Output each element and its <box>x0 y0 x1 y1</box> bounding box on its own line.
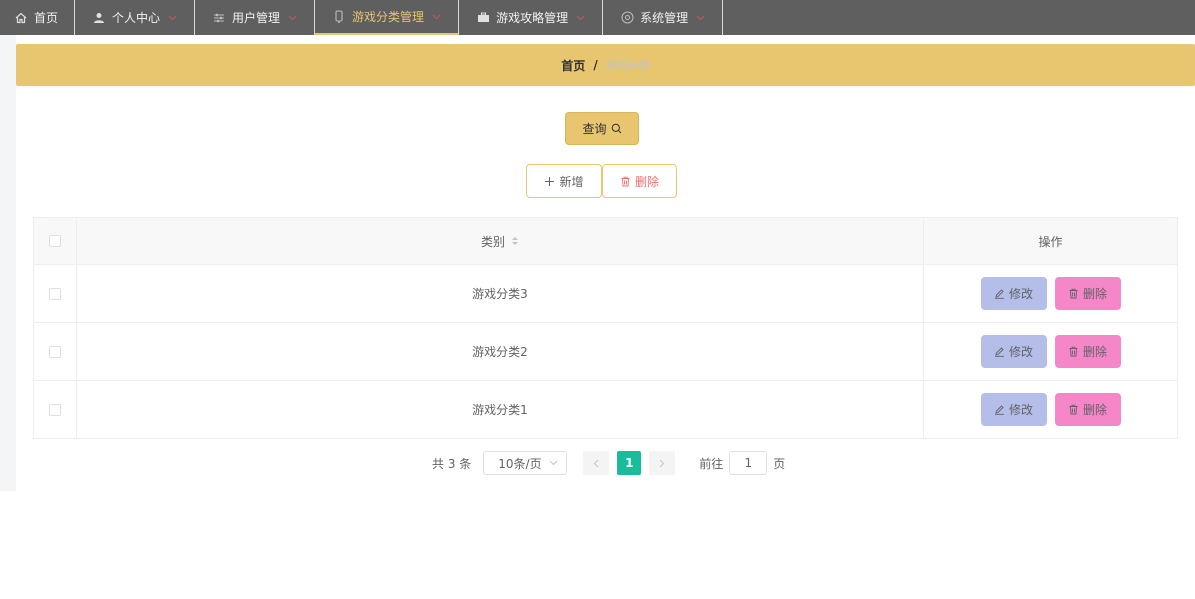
nav-label: 首页 <box>34 11 59 25</box>
nav-label: 个人中心 <box>112 11 161 25</box>
search-icon <box>611 123 621 134</box>
chevron-down-icon <box>288 15 297 21</box>
edit-label: 修改 <box>1008 345 1033 359</box>
home-icon <box>14 11 28 25</box>
edit-icon <box>994 405 1004 415</box>
row-checkbox[interactable] <box>49 287 61 300</box>
nav-item-game-guide[interactable]: 游戏攻略管理 <box>459 0 604 35</box>
nav-item-profile[interactable]: 个人中心 <box>75 0 196 35</box>
column-header-category: 类别 <box>480 234 505 249</box>
table-row: 游戏分类1 修改 删除 <box>34 381 1177 439</box>
chevron-down-icon <box>576 15 585 21</box>
batch-delete-button[interactable]: 删除 <box>602 164 677 198</box>
table-header: 类别 操作 <box>34 218 1177 265</box>
nav-item-game-category[interactable]: 游戏分类管理 <box>315 0 460 35</box>
breadcrumb: 首页 / 游戏分类 <box>16 44 1195 86</box>
query-label: 查询 <box>582 122 607 136</box>
goto-prefix: 前往 <box>699 456 724 471</box>
page-size-select[interactable]: 10条/页 <box>483 451 568 475</box>
next-page-button[interactable] <box>649 451 676 475</box>
chevron-down-icon <box>549 460 558 466</box>
briefcase-icon <box>476 11 490 25</box>
prev-page-button[interactable] <box>583 451 610 475</box>
pagination: 共 3 条 10条/页 1 前往 1 页 <box>432 451 785 475</box>
row-ops-cell: 修改 删除 <box>924 265 1177 322</box>
row-category-cell: 游戏分类3 <box>77 265 924 322</box>
breadcrumb-separator: / <box>593 58 598 72</box>
edit-button[interactable]: 修改 <box>980 393 1047 426</box>
delete-button[interactable]: 删除 <box>1054 335 1121 368</box>
sort-icon[interactable] <box>511 236 519 246</box>
edit-label: 修改 <box>1008 287 1033 301</box>
header-check-cell <box>34 218 77 264</box>
delete-label: 删除 <box>1082 403 1107 417</box>
trash-icon <box>1069 288 1078 299</box>
delete-button[interactable]: 删除 <box>1054 393 1121 426</box>
category-table: 类别 操作 游戏分类3 修改 删除 游戏分类2 修改 删除 游戏分类1 修改 删… <box>33 217 1178 439</box>
edit-button[interactable]: 修改 <box>980 277 1047 310</box>
query-button[interactable]: 查询 <box>565 112 639 145</box>
target-icon <box>620 11 634 25</box>
breadcrumb-home[interactable]: 首页 <box>561 57 585 74</box>
chevron-down-icon <box>696 15 705 21</box>
plus-icon <box>545 176 555 186</box>
category-name: 游戏分类2 <box>472 345 528 359</box>
column-header-operations: 操作 <box>1038 234 1063 249</box>
delete-button[interactable]: 删除 <box>1054 277 1121 310</box>
row-checkbox[interactable] <box>49 345 61 358</box>
nav-item-user-management[interactable]: 用户管理 <box>195 0 316 35</box>
user-icon <box>92 11 106 25</box>
nav-item-system[interactable]: 系统管理 <box>603 0 724 35</box>
row-check-cell <box>34 265 77 322</box>
sliders-icon <box>212 11 226 25</box>
chevron-down-icon <box>168 15 177 21</box>
pagination-total: 共 3 条 <box>432 456 472 471</box>
row-category-cell: 游戏分类1 <box>77 381 924 438</box>
row-ops-cell: 修改 删除 <box>924 381 1177 438</box>
nav-label: 游戏分类管理 <box>352 10 425 24</box>
nav-label: 系统管理 <box>640 11 689 25</box>
delete-label: 删除 <box>1082 287 1107 301</box>
chevron-down-icon <box>432 14 441 20</box>
edit-icon <box>994 347 1004 357</box>
device-icon <box>332 10 346 24</box>
delete-label: 删除 <box>1082 345 1107 359</box>
row-category-cell: 游戏分类2 <box>77 323 924 380</box>
category-name: 游戏分类1 <box>472 403 528 417</box>
top-navigation: 首页 个人中心 用户管理 游戏分类管理 游戏攻略管理 系统管理 <box>0 0 1195 35</box>
table-row: 游戏分类3 修改 删除 <box>34 265 1177 323</box>
nav-label: 游戏攻略管理 <box>496 11 569 25</box>
row-checkbox[interactable] <box>49 403 61 416</box>
page-number-active[interactable]: 1 <box>617 451 642 475</box>
edit-icon <box>994 289 1004 299</box>
select-all-checkbox[interactable] <box>49 235 61 247</box>
row-check-cell <box>34 323 77 380</box>
header-category-cell[interactable]: 类别 <box>77 218 924 264</box>
breadcrumb-current: 游戏分类 <box>605 59 650 72</box>
left-gutter <box>0 35 16 491</box>
trash-icon <box>1069 346 1078 357</box>
chevron-left-icon <box>594 459 599 467</box>
category-name: 游戏分类3 <box>472 287 528 301</box>
add-button[interactable]: 新增 <box>526 164 602 198</box>
table-row: 游戏分类2 修改 删除 <box>34 323 1177 381</box>
delete-label: 删除 <box>634 174 659 189</box>
row-ops-cell: 修改 删除 <box>924 323 1177 380</box>
goto-suffix: 页 <box>773 456 786 471</box>
header-ops-cell: 操作 <box>924 218 1177 264</box>
trash-icon <box>621 176 630 186</box>
nav-item-home[interactable]: 首页 <box>0 0 76 35</box>
trash-icon <box>1069 404 1078 415</box>
chevron-right-icon <box>659 459 665 467</box>
goto-page-input[interactable]: 1 <box>729 451 768 475</box>
edit-button[interactable]: 修改 <box>980 335 1047 368</box>
page-size-value: 10条/页 <box>498 456 542 471</box>
add-label: 新增 <box>559 174 584 189</box>
row-check-cell <box>34 381 77 438</box>
nav-label: 用户管理 <box>232 11 281 25</box>
edit-label: 修改 <box>1008 403 1033 417</box>
